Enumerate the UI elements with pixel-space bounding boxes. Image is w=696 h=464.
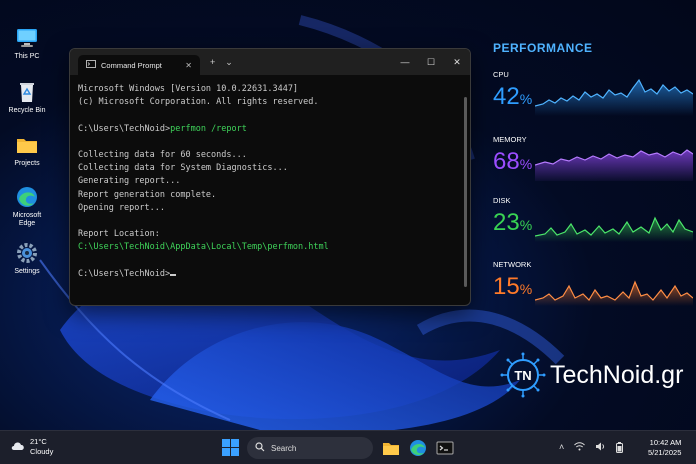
metric-value: 68 bbox=[493, 148, 520, 175]
new-tab-button[interactable]: + bbox=[210, 57, 215, 67]
gear-icon bbox=[15, 241, 39, 265]
cloud-icon bbox=[10, 438, 26, 456]
output-line: (c) Microsoft Corporation. All rights re… bbox=[78, 97, 319, 108]
prompt-path: C:\Users\TechNoid> bbox=[78, 268, 171, 279]
text-cursor bbox=[170, 273, 177, 276]
weather-desc: Cloudy bbox=[30, 447, 54, 456]
desktop-icon-microsoft-edge[interactable]: Microsoft Edge bbox=[4, 185, 50, 228]
output-line: Report Location: bbox=[78, 229, 160, 240]
brand-logo-emblem: TN bbox=[500, 352, 546, 398]
desktop-icon-recycle-bin[interactable]: Recycle Bin bbox=[4, 80, 50, 115]
search-placeholder: Search bbox=[271, 443, 297, 453]
output-line: Report generation complete. bbox=[78, 189, 217, 200]
desktop-icon-this-pc[interactable]: This PC bbox=[4, 26, 50, 61]
metric-memory: MEMORY 68% bbox=[493, 135, 693, 181]
desktop-icon-projects[interactable]: Projects bbox=[4, 133, 50, 168]
taskbar: 21°C Cloudy Search ˄ 10:42 AM 5/21/2025 bbox=[0, 430, 696, 464]
output-line: Collecting data for System Diagnostics..… bbox=[78, 163, 288, 174]
weather-temp: 21°C bbox=[30, 437, 47, 446]
folder-icon bbox=[15, 133, 39, 157]
network-graph bbox=[535, 280, 693, 306]
chevron-up-icon[interactable]: ˄ bbox=[559, 442, 564, 455]
metric-cpu: CPU 42% bbox=[493, 70, 693, 116]
computer-icon bbox=[15, 26, 39, 50]
clock-date: 5/21/2025 bbox=[648, 448, 682, 457]
tab-close-icon[interactable]: ✕ bbox=[185, 61, 192, 70]
metric-network: NETWORK 15% bbox=[493, 260, 693, 306]
metric-unit: % bbox=[519, 156, 533, 172]
title-bar[interactable]: Command Prompt ✕ + ⌄ — ☐ ✕ bbox=[70, 49, 470, 75]
output-line: Collecting data for 60 seconds... bbox=[78, 150, 247, 161]
disk-graph bbox=[535, 216, 693, 242]
wifi-icon[interactable] bbox=[574, 442, 586, 455]
taskbar-search[interactable]: Search bbox=[247, 437, 373, 459]
terminal-output[interactable]: Microsoft Windows [Version 10.0.22631.34… bbox=[70, 75, 470, 289]
typed-command: perfmon /report bbox=[170, 123, 247, 134]
windows-start-icon[interactable] bbox=[222, 439, 239, 456]
metric-value: 42 bbox=[493, 83, 520, 110]
battery-icon[interactable] bbox=[616, 442, 624, 455]
desktop-icon-settings[interactable]: Settings bbox=[4, 241, 50, 276]
metric-unit: % bbox=[519, 217, 533, 233]
chevron-down-icon[interactable]: ⌄ bbox=[225, 57, 233, 68]
clock[interactable]: 10:42 AM 5/21/2025 bbox=[648, 438, 681, 458]
tab-command-prompt[interactable]: Command Prompt ✕ bbox=[78, 55, 200, 75]
metric-value: 23 bbox=[493, 209, 520, 236]
close-button[interactable]: ✕ bbox=[444, 57, 470, 68]
command-prompt-taskbar-icon[interactable] bbox=[435, 438, 455, 458]
output-line: Microsoft Windows [Version 10.0.22631.34… bbox=[78, 84, 299, 94]
scrollbar[interactable] bbox=[464, 97, 467, 287]
volume-icon[interactable] bbox=[595, 442, 606, 455]
brand-logo: TN TechNoid.gr bbox=[500, 352, 683, 398]
recycle-bin-icon bbox=[15, 80, 39, 104]
edge-icon bbox=[15, 185, 39, 209]
metric-unit: % bbox=[519, 91, 533, 107]
command-prompt-window[interactable]: Command Prompt ✕ + ⌄ — ☐ ✕ Microsoft Win… bbox=[69, 48, 471, 306]
file-explorer-icon[interactable] bbox=[381, 438, 401, 458]
cpu-graph bbox=[535, 78, 693, 116]
tab-title: Command Prompt bbox=[101, 60, 162, 70]
svg-text:TN: TN bbox=[514, 368, 531, 383]
weather-widget[interactable]: 21°C Cloudy bbox=[10, 437, 53, 457]
metric-value: 15 bbox=[493, 273, 520, 300]
output-line: Opening report... bbox=[78, 202, 165, 213]
brand-name: TechNoid.gr bbox=[550, 360, 684, 389]
minimize-button[interactable]: — bbox=[392, 57, 418, 68]
search-icon bbox=[255, 442, 265, 454]
report-path: C:\Users\TechNoid\AppData\Local\Temp\per… bbox=[78, 242, 329, 253]
terminal-icon bbox=[86, 60, 96, 70]
output-line: Generating report... bbox=[78, 176, 181, 187]
maximize-button[interactable]: ☐ bbox=[418, 57, 444, 68]
performance-title: PERFORMANCE bbox=[493, 41, 593, 55]
system-tray: ˄ bbox=[559, 442, 624, 455]
memory-graph bbox=[535, 149, 693, 181]
metric-disk: DISK 23% bbox=[493, 196, 693, 242]
prompt-path: C:\Users\TechNoid> bbox=[78, 123, 171, 134]
edge-taskbar-icon[interactable] bbox=[408, 438, 428, 458]
clock-time: 10:42 AM bbox=[649, 438, 682, 447]
metric-unit: % bbox=[519, 281, 533, 297]
